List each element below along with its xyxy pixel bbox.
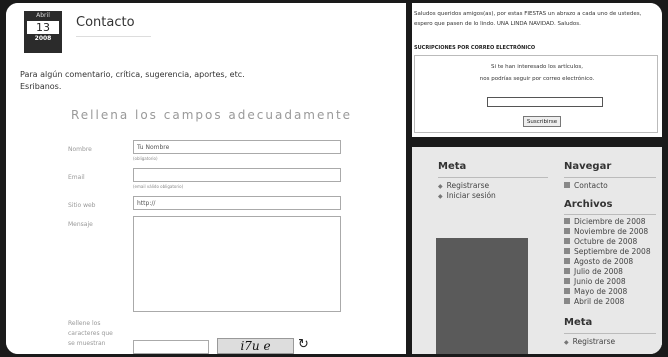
archives-heading: Archivos — [564, 199, 613, 210]
archive-item[interactable]: Abril de 2008 — [564, 297, 624, 307]
calendar-icon — [564, 288, 570, 294]
calendar-icon — [564, 278, 570, 284]
form-title: Rellena los campos adecuadamente — [71, 108, 353, 122]
email-label: Email — [68, 174, 85, 181]
subscription-text-1: Si te han interesado los artículos, — [491, 64, 583, 70]
captcha-image: i7u e — [217, 338, 294, 354]
captcha-label-1: Rellene los — [68, 320, 101, 327]
navigate-divider — [564, 177, 656, 178]
calendar-icon — [564, 238, 570, 244]
section-gap — [412, 137, 662, 147]
meta-heading-2: Meta — [564, 317, 593, 328]
subscription-box: Si te han interesado los artículos, nos … — [414, 55, 658, 133]
refresh-icon[interactable]: ↻ — [298, 337, 309, 352]
calendar-icon — [564, 228, 570, 234]
subscribe-button[interactable]: Suscribirse — [523, 116, 561, 127]
meta-divider — [438, 177, 548, 178]
bullet-icon: ◆ — [438, 193, 443, 200]
archive-item[interactable]: Septiembre de 2008 — [564, 247, 651, 257]
captcha-label-3: se muestran — [68, 340, 106, 347]
post-date-badge: Abril 13 2008 — [24, 11, 62, 53]
subscription-heading: SUCRIPCIONES POR CORREO ELECTRÓNICO — [414, 45, 536, 51]
captcha-input[interactable] — [133, 340, 209, 354]
date-year: 2008 — [34, 35, 52, 42]
nav-item-contacto[interactable]: Contacto — [564, 181, 608, 191]
meta-item-login[interactable]: ◆ Iniciar sesión — [438, 191, 496, 202]
date-day: 13 — [27, 21, 59, 34]
name-hint: (obligatorio) — [133, 156, 158, 161]
website-label: Sitio web — [68, 202, 96, 209]
archive-item[interactable]: Agosto de 2008 — [564, 257, 633, 267]
subscription-email-input[interactable] — [487, 97, 603, 107]
meta-divider-2 — [564, 333, 656, 334]
archives-divider — [564, 214, 656, 215]
meta-heading: Meta — [438, 161, 467, 172]
page-icon — [564, 182, 570, 188]
message-textarea[interactable] — [133, 216, 341, 312]
archive-item[interactable]: Mayo de 2008 — [564, 287, 627, 297]
page-title: Contacto — [76, 15, 135, 30]
archive-item[interactable]: Junio de 2008 — [564, 277, 626, 287]
bullet-icon: ◆ — [438, 183, 443, 190]
message-label: Mensaje — [68, 221, 93, 228]
intro-line-1: Para algún comentario, crítica, sugerenc… — [20, 70, 245, 79]
archive-item[interactable]: Diciembre de 2008 — [564, 217, 646, 227]
meta2-item-register[interactable]: ◆ Registrarse — [564, 337, 615, 348]
intro-line-2: Esribanos. — [20, 82, 62, 91]
name-field[interactable]: Tu Nombre — [133, 140, 341, 154]
email-field[interactable] — [133, 168, 341, 182]
calendar-icon — [564, 268, 570, 274]
bullet-icon: ◆ — [564, 339, 569, 346]
name-label: Nombre — [68, 146, 92, 153]
main-content: Abril 13 2008 Contacto Para algún coment… — [6, 3, 406, 354]
browser-frame: Abril 13 2008 Contacto Para algún coment… — [6, 3, 662, 354]
archive-item[interactable]: Octubre de 2008 — [564, 237, 637, 247]
navigate-heading: Navegar — [564, 161, 612, 172]
archive-item[interactable]: Noviembre de 2008 — [564, 227, 648, 237]
subscription-text-2: nos podrías seguir por correo electrónic… — [479, 76, 595, 82]
title-divider — [76, 36, 151, 37]
sidebar: Meta ◆ Registrarse ◆ Iniciar sesión Navega… — [412, 147, 662, 354]
captcha-label-2: caracteres que — [68, 330, 113, 337]
right-column: Saludos queridos amigos(as), por estas F… — [412, 3, 662, 354]
calendar-icon — [564, 218, 570, 224]
greeting-text: Saludos queridos amigos(as), por estas F… — [414, 11, 642, 27]
date-month: Abril — [36, 12, 50, 19]
intro-text: Para algún comentario, crítica, sugerenc… — [20, 69, 360, 93]
archive-item[interactable]: Julio de 2008 — [564, 267, 623, 277]
calendar-icon — [564, 298, 570, 304]
website-field[interactable]: http:// — [133, 196, 341, 210]
calendar-icon — [564, 258, 570, 264]
ad-placeholder — [436, 238, 528, 354]
email-hint: (email válido obligatorio) — [133, 184, 184, 189]
calendar-icon — [564, 248, 570, 254]
